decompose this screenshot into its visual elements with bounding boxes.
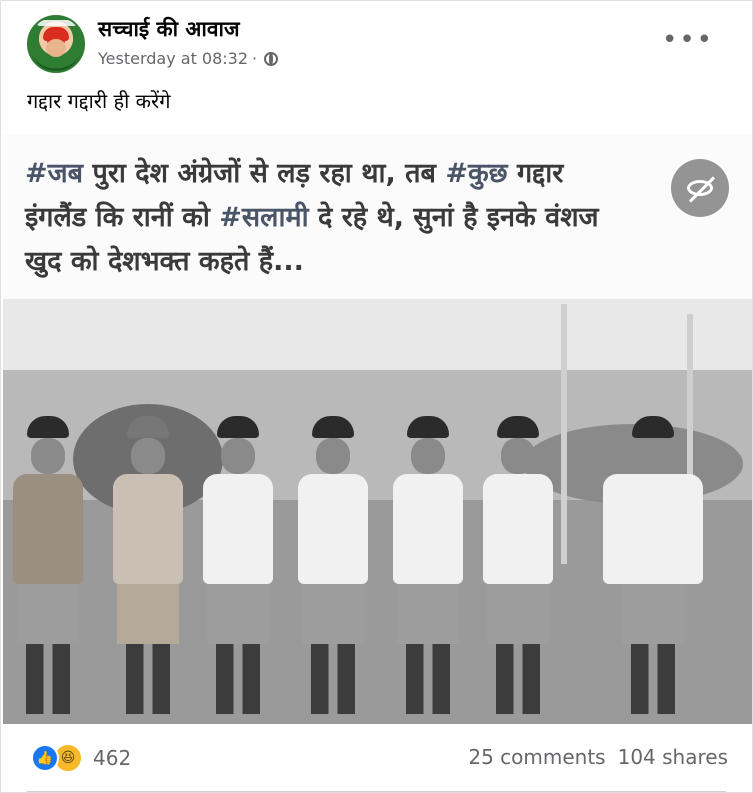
- photo-person: [298, 416, 368, 714]
- post-footer: 👍 😆 462 25 comments 104 shares: [1, 727, 752, 792]
- reactions-summary[interactable]: 👍 😆 462: [31, 743, 131, 773]
- meta-separator: ·: [252, 49, 258, 68]
- image-text: #जब पुरा देश अंग्रेजों से लड़ रहा था, तब…: [25, 152, 725, 284]
- image-hashtag-kuch: #कुछ: [445, 158, 508, 189]
- more-options-icon[interactable]: •••: [662, 27, 714, 53]
- post-timestamp-link[interactable]: Yesterday at 08:32: [98, 49, 248, 68]
- eye-slash-icon: [687, 180, 713, 196]
- comments-count-link[interactable]: 25 comments: [468, 745, 605, 769]
- photo-person: [483, 416, 553, 714]
- photo-pole: [561, 304, 567, 564]
- image-text-line-3: खुद को देशभक्त कहते हैं...: [25, 246, 304, 277]
- like-icon: 👍: [31, 744, 59, 772]
- engagement-stats: 25 comments 104 shares: [468, 745, 728, 769]
- historic-photo: [3, 304, 752, 724]
- photo-person: [113, 416, 183, 714]
- image-text-segment: दे रहे थे, सुनां है इनके वंशज: [308, 202, 599, 233]
- footer-divider: [27, 791, 726, 792]
- post-image[interactable]: #जब पुरा देश अंग्रेजों से लड़ रहा था, तब…: [3, 134, 752, 724]
- photo-person: [13, 416, 83, 714]
- reaction-count[interactable]: 462: [93, 746, 131, 770]
- image-hashtag-salami: #सलामी: [219, 202, 309, 233]
- avatar-ring: [37, 20, 77, 26]
- post-card: सच्चाई की आवाज Yesterday at 08:32 · ••• …: [0, 0, 753, 793]
- post-meta: Yesterday at 08:32 ·: [98, 49, 279, 68]
- image-hashtag-jab: #जब: [25, 158, 84, 189]
- photo-person: [393, 416, 463, 714]
- photo-person: [203, 416, 273, 714]
- shares-count-link[interactable]: 104 shares: [618, 745, 728, 769]
- post-header: सच्चाई की आवाज Yesterday at 08:32 · •••: [1, 1, 752, 81]
- image-text-line-1: #जब पुरा देश अंग्रेजों से लड़ रहा था, तब…: [25, 152, 725, 196]
- avatar-face: [46, 39, 66, 57]
- image-text-segment: इंगलैंड कि रानीं को: [25, 202, 220, 233]
- post-caption: गद्दार गद्दारी ही करेंगे: [27, 89, 171, 113]
- hide-image-button[interactable]: [671, 159, 729, 217]
- globe-icon[interactable]: [264, 51, 279, 66]
- photo-person: [603, 416, 703, 714]
- image-text-segment: पुरा देश अंग्रेजों से लड़ रहा था, तब: [83, 158, 446, 189]
- image-text-segment: गद्दार: [507, 158, 564, 189]
- page-avatar[interactable]: [27, 15, 85, 73]
- page-name-link[interactable]: सच्चाई की आवाज: [98, 15, 240, 43]
- image-text-line-2: इंगलैंड कि रानीं को #सलामी दे रहे थे, सु…: [25, 196, 725, 240]
